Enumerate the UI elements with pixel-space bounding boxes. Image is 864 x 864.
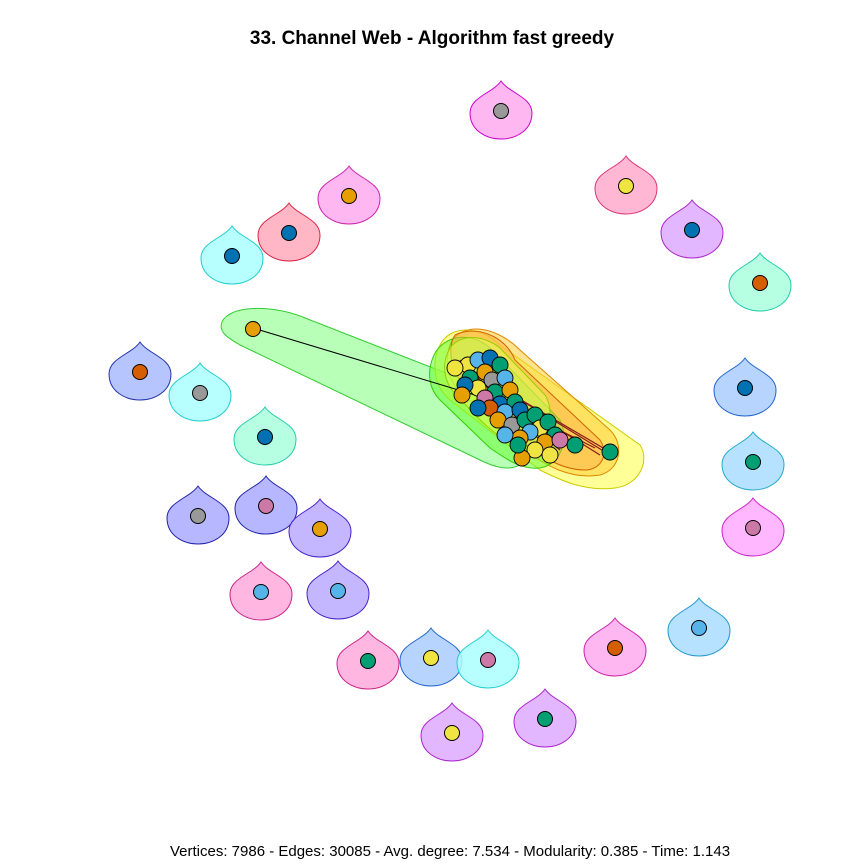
singleton-community [168,362,232,422]
vertex-node [480,652,496,668]
vertex-node [224,248,240,264]
singleton-community [660,199,724,259]
vertex-node [190,508,206,524]
singleton-community [166,485,230,545]
singleton-community [234,475,298,535]
vertex-node [192,385,208,401]
singleton-community [728,252,792,312]
network-graph [108,80,792,762]
vertex-node [253,584,269,600]
vertex-node [469,399,487,417]
vertex-node [752,275,768,291]
singleton-community [336,630,400,690]
vertex-node [132,364,148,380]
singleton-community [108,341,172,401]
vertex-node [245,321,261,337]
singleton-community [257,202,321,262]
vertex-node [493,103,509,119]
vertex-node [257,429,273,445]
vertex-node [551,431,569,449]
vertex-node [537,711,553,727]
singleton-community [469,80,533,140]
vertex-node [601,443,619,461]
singleton-community [229,561,293,621]
singleton-community [713,357,777,417]
singleton-community [721,497,785,557]
singleton-community [594,155,658,215]
vertex-node [691,620,707,636]
vertex-node [258,498,274,514]
singleton-community [317,165,381,225]
vertex-node [330,583,346,599]
singleton-community [721,431,785,491]
singleton-community [583,617,647,677]
vertex-node [745,520,761,536]
singleton-community [288,498,352,558]
vertex-node [423,650,439,666]
singleton-community [420,702,484,762]
singleton-community [200,225,264,285]
vertex-node [446,359,464,377]
vertex-node [444,725,460,741]
vertex-node [360,653,376,669]
vertex-node [312,521,328,537]
singleton-community [456,629,520,689]
vertex-node [618,178,634,194]
singleton-community [667,597,731,657]
singleton-community [513,688,577,748]
vertex-node [453,386,471,404]
vertex-node [541,446,559,464]
vertex-node [341,188,357,204]
vertex-node [509,436,527,454]
vertex-node [281,225,297,241]
vertex-node [566,436,584,454]
vertex-node [607,640,623,656]
vertex-node [496,426,514,444]
core-cluster [220,307,645,490]
singleton-community [399,627,463,687]
vertex-node [737,380,753,396]
singleton-community [233,406,297,466]
vertex-node [684,222,700,238]
singleton-community [306,560,370,620]
vertex-node [745,454,761,470]
figure-caption: Vertices: 7986 - Edges: 30085 - Avg. deg… [169,843,731,860]
